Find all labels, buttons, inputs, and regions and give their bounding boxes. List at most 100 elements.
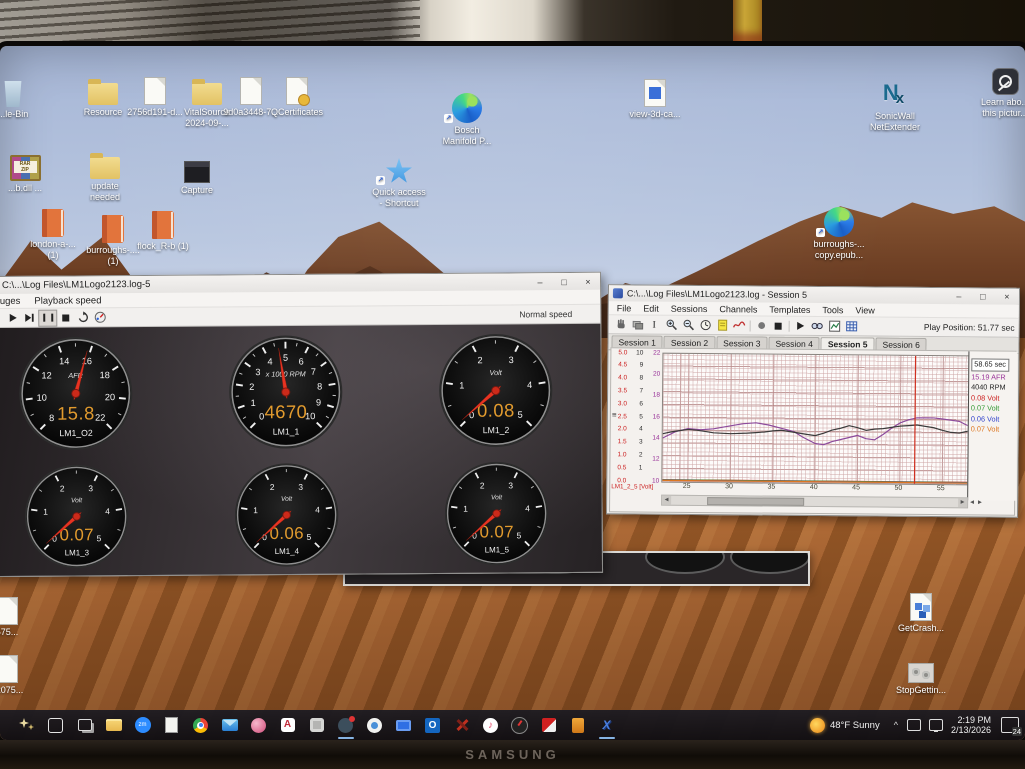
pause-button[interactable]	[38, 309, 57, 326]
desktop-icon-stopgettin[interactable]: StopGettin...	[888, 650, 954, 696]
desktop-icon-quick-access-shortcut[interactable]: ↗Quick access- Shortcut	[366, 152, 432, 209]
menu-tools[interactable]: Tools	[816, 305, 849, 315]
gauge-cell-lm1_o2[interactable]: 810121416182022AFR15.8LM1_O2	[0, 329, 181, 458]
layers-button[interactable]	[629, 317, 646, 332]
menu-file[interactable]: File	[611, 303, 638, 313]
desktop-icon-qcertificates[interactable]: QCertificates	[264, 72, 330, 118]
menu-sessions[interactable]: Sessions	[665, 303, 714, 313]
icon-label: this pictur...	[972, 108, 1025, 119]
minimize-button[interactable]: –	[528, 277, 552, 287]
y-tick-rpm: 6	[627, 400, 643, 407]
weather-widget[interactable]: 48°F Sunny	[810, 718, 880, 733]
taskbar-icon-edge-badge[interactable]	[335, 713, 357, 737]
close-button[interactable]: ×	[576, 276, 600, 286]
taskbar-clock[interactable]: 2:19 PM 2/13/2026	[951, 715, 991, 735]
desktop-icon-london-a-1[interactable]: london-a-...(1)	[20, 204, 86, 261]
maximize-button[interactable]: □	[971, 291, 995, 301]
taskbar-icon-zoomapp[interactable]: zm	[132, 713, 154, 737]
edge-icon: ↗	[806, 204, 872, 237]
scrollbar-thumb[interactable]	[707, 497, 804, 506]
book-spine	[733, 0, 762, 42]
play-button[interactable]	[4, 310, 21, 325]
desktop-icon-getcrash[interactable]: GetCrash...	[888, 588, 954, 634]
stop-button[interactable]	[770, 318, 787, 333]
taskbar-icon-app-red[interactable]	[451, 713, 473, 737]
minimize-button[interactable]: –	[947, 291, 971, 301]
icon-label: burroughs-...	[806, 239, 872, 250]
taskbar-icon-app-blue[interactable]	[393, 713, 415, 737]
loop-button[interactable]	[74, 310, 91, 325]
menu-edit[interactable]: Edit	[637, 303, 665, 313]
gauge-cell-lm1_1[interactable]: 012345678910x 1000 RPM4670LM1_1	[180, 327, 391, 456]
desktop-icon-le-bin[interactable]: ...le-Bin	[0, 74, 46, 120]
play-button[interactable]	[792, 318, 809, 333]
menu-templates[interactable]: Templates	[763, 304, 816, 314]
gauge-cell-lm1_2[interactable]: 012345Volt0.08LM1_2	[390, 326, 601, 455]
tray-icon-2[interactable]	[929, 719, 943, 731]
menu-channels[interactable]: Channels	[713, 304, 763, 314]
desktop-icon-bosch-manifold-p[interactable]: ↗BoschManifold P...	[434, 90, 500, 147]
taskbar-icon-app-grey[interactable]	[306, 713, 328, 737]
legend-scroll-arrows[interactable]: ◀▶	[970, 499, 986, 505]
taskbar-icon-app-gauge[interactable]	[509, 713, 531, 737]
desktop-icon-02075[interactable]: 02075...	[0, 650, 40, 696]
curve-button[interactable]	[731, 318, 748, 333]
ibeam-button[interactable]: I	[646, 317, 663, 332]
maximize-button[interactable]: □	[552, 276, 576, 286]
menu-playback-speed[interactable]: Playback speed	[27, 295, 108, 307]
desktop-icon-update-needed[interactable]: updateneeded	[72, 146, 138, 203]
stop-button[interactable]	[57, 310, 74, 325]
gauge-LM1_2: 012345Volt0.08LM1_2	[437, 332, 554, 449]
taskbar-icon-chrome[interactable]	[190, 713, 212, 737]
record-button[interactable]	[753, 318, 770, 333]
taskbar-icon-logworks[interactable]: X	[596, 713, 618, 737]
export-button[interactable]	[826, 319, 843, 334]
taskbar-icon-taskview[interactable]	[45, 713, 67, 737]
log-chart-window[interactable]: C:\...\Log Files\LM1Logo2123.log - Sessi…	[606, 284, 1020, 518]
zoom-out-button[interactable]	[680, 317, 697, 332]
plot-region[interactable]	[661, 353, 969, 486]
find-button[interactable]	[809, 318, 826, 333]
taskbar-icon-app-circle[interactable]	[364, 713, 386, 737]
gauge-cell-lm1_5[interactable]: 012345Volt0.07LM1_5	[391, 454, 602, 573]
taskbar-icon-notepad[interactable]	[161, 713, 183, 737]
pan-button[interactable]	[612, 317, 629, 332]
taskbar-icon-outlook[interactable]: O	[422, 713, 444, 737]
note-button[interactable]	[714, 318, 731, 333]
chart-horizontal-scrollbar[interactable]: ◀ ▶	[661, 495, 968, 509]
taskbar-icon-explorer[interactable]	[103, 713, 125, 737]
scroll-right-arrow[interactable]: ▶	[958, 498, 967, 507]
taskbar-icon-app-acrobat[interactable]: A	[277, 713, 299, 737]
taskbar-icon-itunes[interactable]: ♪	[480, 713, 502, 737]
tray-icon-1[interactable]	[907, 719, 921, 731]
taskbar-icon-app-flag[interactable]	[538, 713, 560, 737]
desktop-icon-b-dll[interactable]: RARZIP...b.dll ...	[0, 148, 58, 194]
desktop-icon-capture[interactable]: Capture	[164, 150, 230, 196]
step-button[interactable]	[21, 310, 38, 325]
menu-view[interactable]: View	[849, 305, 880, 315]
tray-chevron-icon[interactable]: ^	[894, 720, 898, 730]
gaugeopts-button[interactable]	[91, 310, 108, 325]
desktop-icon-view-3d-ca[interactable]: view-3d-ca...	[622, 74, 688, 120]
taskbar-icon-sparkle[interactable]	[16, 713, 38, 737]
x-tick: 50	[891, 485, 905, 492]
desktop-icon-575[interactable]: 575...	[0, 592, 40, 638]
grid-button[interactable]	[843, 319, 860, 334]
zoom-in-button[interactable]	[663, 317, 680, 332]
gauge-cell-lm1_3[interactable]: 012345Volt0.07LM1_3	[0, 457, 182, 576]
desktop-icon-flock-r-b-1[interactable]: flock_R-b (1)	[130, 206, 196, 252]
close-button[interactable]: ×	[995, 292, 1019, 302]
taskbar-icon-app-orange[interactable]	[567, 713, 589, 737]
desktop-icon-burroughs-copy-epub[interactable]: ↗burroughs-...copy.epub...	[806, 204, 872, 261]
gauge-playback-window[interactable]: C:\...\Log Files\LM1Logo2123.log-5 –□× G…	[0, 272, 603, 577]
taskbar-icon-app-pink[interactable]	[248, 713, 270, 737]
gauge-cell-lm1_4[interactable]: 012345Volt0.06LM1_4	[181, 455, 392, 574]
notification-center-icon[interactable]: 24	[1001, 717, 1019, 733]
desktop-icon-learn-abo-this-pictur[interactable]: Learn abo...this pictur...	[972, 62, 1025, 119]
clock-button[interactable]	[697, 317, 714, 332]
taskbar-icon-desktops[interactable]	[74, 713, 96, 737]
scroll-left-arrow[interactable]: ◀	[662, 496, 671, 505]
taskbar-icon-mail[interactable]	[219, 713, 241, 737]
desktop-icon-sonicwall-netextender[interactable]: NxSonicWallNetExtender	[862, 76, 928, 133]
menu-gauges[interactable]: Gauges	[0, 295, 27, 306]
